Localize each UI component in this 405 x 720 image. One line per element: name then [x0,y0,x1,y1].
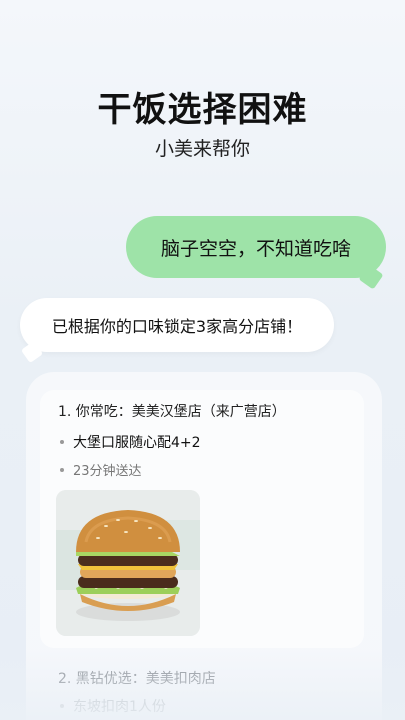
shop-2-title: 2. 黑钻优选：美美扣肉店 [58,671,216,687]
bubble-tail [20,340,44,364]
bullet-dot [60,440,64,444]
user-message-text: 脑子空空，不知道吃啥 [160,237,351,260]
bullet-dot [60,467,64,472]
shop-2-item-1: 东坡扣肉1人份 [60,696,166,716]
page-subtitle: 小美来帮你 [154,138,250,160]
assistant-message-text: 已根据你的口味锁定3家高分店铺！ [51,317,303,336]
shop-1-item-1-text: 大堡口服随心配4+2 [73,435,201,451]
burger-image[interactable] [56,490,200,636]
shop-1-item-2-text: 23分钟送达 [73,464,142,479]
bullet-dot [60,704,64,708]
page-title: 干饭选择困难 [97,90,308,130]
shop-1-item-1: 大堡口服随心配4+2 [60,432,201,452]
assistant-message-bubble: 已根据你的口味锁定3家高分店铺！ [20,298,334,364]
user-message-bubble: 脑子空空，不知道吃啥 [126,216,386,290]
bubble-tail [358,264,384,290]
shop-2-item-1-text: 东坡扣肉1人份 [73,699,166,715]
shop-1-title: 1. 你常吃：美美汉堡店（来广营店） [58,404,286,420]
shop-1-item-2: 23分钟送达 [60,460,142,479]
